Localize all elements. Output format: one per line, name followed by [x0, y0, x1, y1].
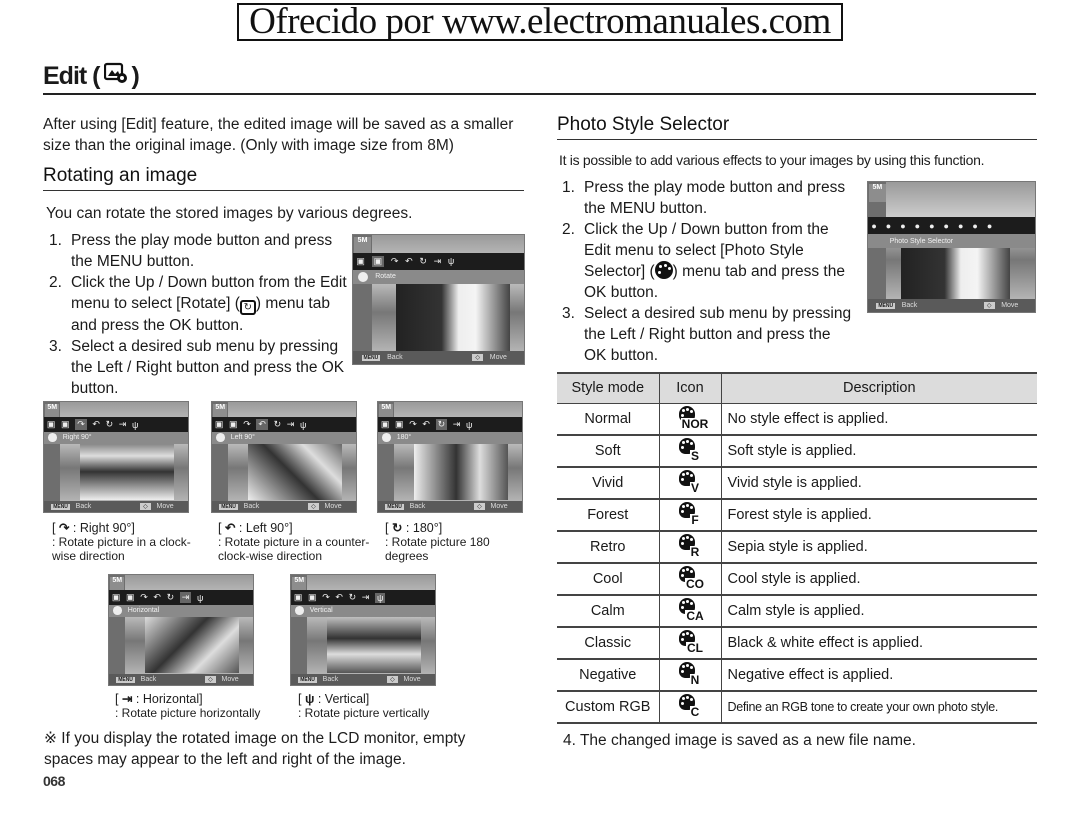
rotating-section-rule [43, 190, 524, 191]
style-negative-icon: N [675, 662, 705, 686]
flip-vertical-icon: ψ [304, 692, 315, 706]
photo-style-step: 2. Click the Up / Down button from the Ed… [562, 221, 845, 301]
page-title: Edit ( ) [43, 62, 140, 91]
rotate-step: 1. Press the play mode button and press t… [49, 232, 333, 270]
lcd-screen-rotate-180: 5M ▣ ▣ ↷ ↶ ↻ ⇥ ψ 180° MENU Back ◇ Move [377, 401, 523, 513]
rotate-180-icon: ↻ [391, 521, 403, 535]
rotate-tab-bar: ▣ ▣ ↷ ↶ ↻ ⇥ ψ [353, 253, 524, 270]
table-row: Retro R Sepia style is applied. [557, 531, 1037, 564]
style-soft-icon: S [675, 438, 705, 462]
style-forest-icon: F [675, 502, 705, 526]
style-description: Define an RGB tone to create your own ph… [720, 691, 1037, 724]
page-title-close: ) [131, 62, 140, 90]
lcd-screen-flip-vertical: 5M ▣ ▣ ↷ ↶ ↻ ⇥ ψ Vertical MENU Back ◇ Move [290, 574, 436, 686]
rotating-intro: You can rotate the stored images by vari… [46, 205, 413, 222]
style-mode-table: Style mode Icon Description Normal NOR No … [557, 372, 1037, 724]
style-calm-icon: CA [675, 598, 705, 622]
photo-style-step: 3. Select a desired sub menu by pressing … [562, 305, 852, 364]
lcd-screen-photo-style: 5M ● ● ● ● ● ● ● ● ● Photo Style Selector MENU Ba… [867, 181, 1036, 313]
style-vivid-icon: V [675, 470, 705, 494]
table-row: Forest F Forest style is applied. [557, 499, 1037, 532]
style-mode-name: Retro [557, 531, 659, 564]
rotate-option-caption: [ ⇥ : Horizontal]: Rotate picture horizo… [115, 692, 261, 720]
rotate-left-icon: ↶ [224, 521, 236, 535]
style-description: No style effect is applied. [720, 403, 1037, 436]
table-row: Classic CL Black & white effect is applied… [557, 627, 1037, 660]
style-mode-name: Negative [557, 659, 659, 692]
style-mode-name: Normal [557, 403, 659, 436]
rotate-option-caption: [ ψ : Vertical]: Rotate picture vertical… [298, 692, 430, 720]
header-icon: Icon [658, 372, 721, 404]
table-row: Soft S Soft style is applied. [557, 435, 1037, 468]
rotate-icon: ↻ [239, 300, 256, 315]
style-mode-name: Classic [557, 627, 659, 660]
style-mode-name: Cool [557, 563, 659, 596]
style-mode-name: Soft [557, 435, 659, 468]
style-description: Soft style is applied. [720, 435, 1037, 468]
photo-style-intro: It is possible to add various effects to… [559, 152, 985, 168]
photo-style-step-4: 4. The changed image is saved as a new f… [563, 732, 916, 749]
style-retro-icon: R [675, 534, 705, 558]
photo-style-section-rule [557, 139, 1037, 140]
rotating-section-title: Rotating an image [43, 165, 198, 186]
rotate-option-caption: [ ↶ : Left 90°]: Rotate picture in a cou… [218, 521, 370, 563]
table-row: Vivid V Vivid style is applied. [557, 467, 1037, 500]
style-description: Vivid style is applied. [720, 467, 1037, 500]
style-mode-name: Forest [557, 499, 659, 532]
style-description: Calm style is applied. [720, 595, 1037, 628]
photo-style-steps: 1. Press the play mode button and press t… [562, 177, 852, 366]
table-row: Negative N Negative effect is applied. [557, 659, 1037, 692]
flip-horizontal-icon: ⇥ [121, 692, 133, 706]
table-row: Cool CO Cool style is applied. [557, 563, 1037, 596]
table-row: Custom RGB C Define an RGB tone to create … [557, 691, 1037, 724]
photo-style-step: 1. Press the play mode button and press t… [562, 179, 846, 217]
table-row: Calm CA Calm style is applied. [557, 595, 1037, 628]
header-description: Description [720, 372, 1037, 404]
style-description: Cool style is applied. [720, 563, 1037, 596]
lcd-screen-rotate-left: 5M ▣ ▣ ↷ ↶ ↻ ⇥ ψ Left 90° MENU Back ◇ Move [211, 401, 357, 513]
lcd-screen-flip-horizontal: 5M ▣ ▣ ↷ ↶ ↻ ⇥ ψ Horizontal MENU Back ◇ Move [108, 574, 254, 686]
photo-style-tab-bar: ● ● ● ● ● ● ● ● ● [868, 217, 1035, 234]
rotate-step: 3. Select a desired sub menu by pressing … [49, 338, 345, 397]
page-title-text: Edit ( [43, 62, 100, 90]
style-custom-rgb-icon: C [675, 694, 705, 718]
rotate-note: ※ If you display the rotated image on th… [44, 730, 466, 768]
style-mode-name: Calm [557, 595, 659, 628]
photo-style-icon [654, 261, 673, 279]
style-description: Negative effect is applied. [720, 659, 1037, 692]
lcd-screen-rotate: 5M ▣ ▣ ↷ ↶ ↻ ⇥ ψ Rotate MENU Back ◇ Move [352, 234, 525, 365]
style-description: Sepia style is applied. [720, 531, 1037, 564]
style-description: Forest style is applied. [720, 499, 1037, 532]
photo-style-section-title: Photo Style Selector [557, 114, 730, 135]
style-normal-icon: NOR [675, 405, 710, 430]
table-row: Normal NOR No style effect is applied. [557, 403, 1037, 436]
source-banner: Ofrecido por www.electromanuales.com [237, 3, 843, 41]
style-description: Black & white effect is applied. [720, 627, 1037, 660]
rotate-step: 2. Click the Up / Down button from the Ed… [49, 274, 347, 334]
rotate-right-icon: ↷ [58, 521, 70, 535]
edit-icon [103, 62, 128, 91]
style-classic-icon: CL [675, 630, 705, 654]
rotate-option-caption: [ ↻ : 180°]: Rotate picture 180 degrees [385, 521, 490, 563]
title-divider [43, 93, 1036, 95]
style-cool-icon: CO [675, 566, 705, 590]
page-number: 068 [43, 773, 65, 789]
header-style-mode: Style mode [557, 372, 659, 404]
style-mode-name: Vivid [557, 467, 659, 500]
style-mode-name: Custom RGB [557, 691, 659, 724]
rotate-option-caption: [ ↷ : Right 90°]: Rotate picture in a cl… [52, 521, 191, 563]
table-header-row: Style mode Icon Description [557, 372, 1037, 404]
lcd-screen-rotate-right: 5M ▣ ▣ ↷ ↶ ↻ ⇥ ψ Right 90° MENU Back ◇ Move [43, 401, 189, 513]
rotate-steps: 1. Press the play mode button and press t… [49, 230, 349, 399]
intro-text: After using [Edit] feature, the edited i… [43, 116, 514, 154]
